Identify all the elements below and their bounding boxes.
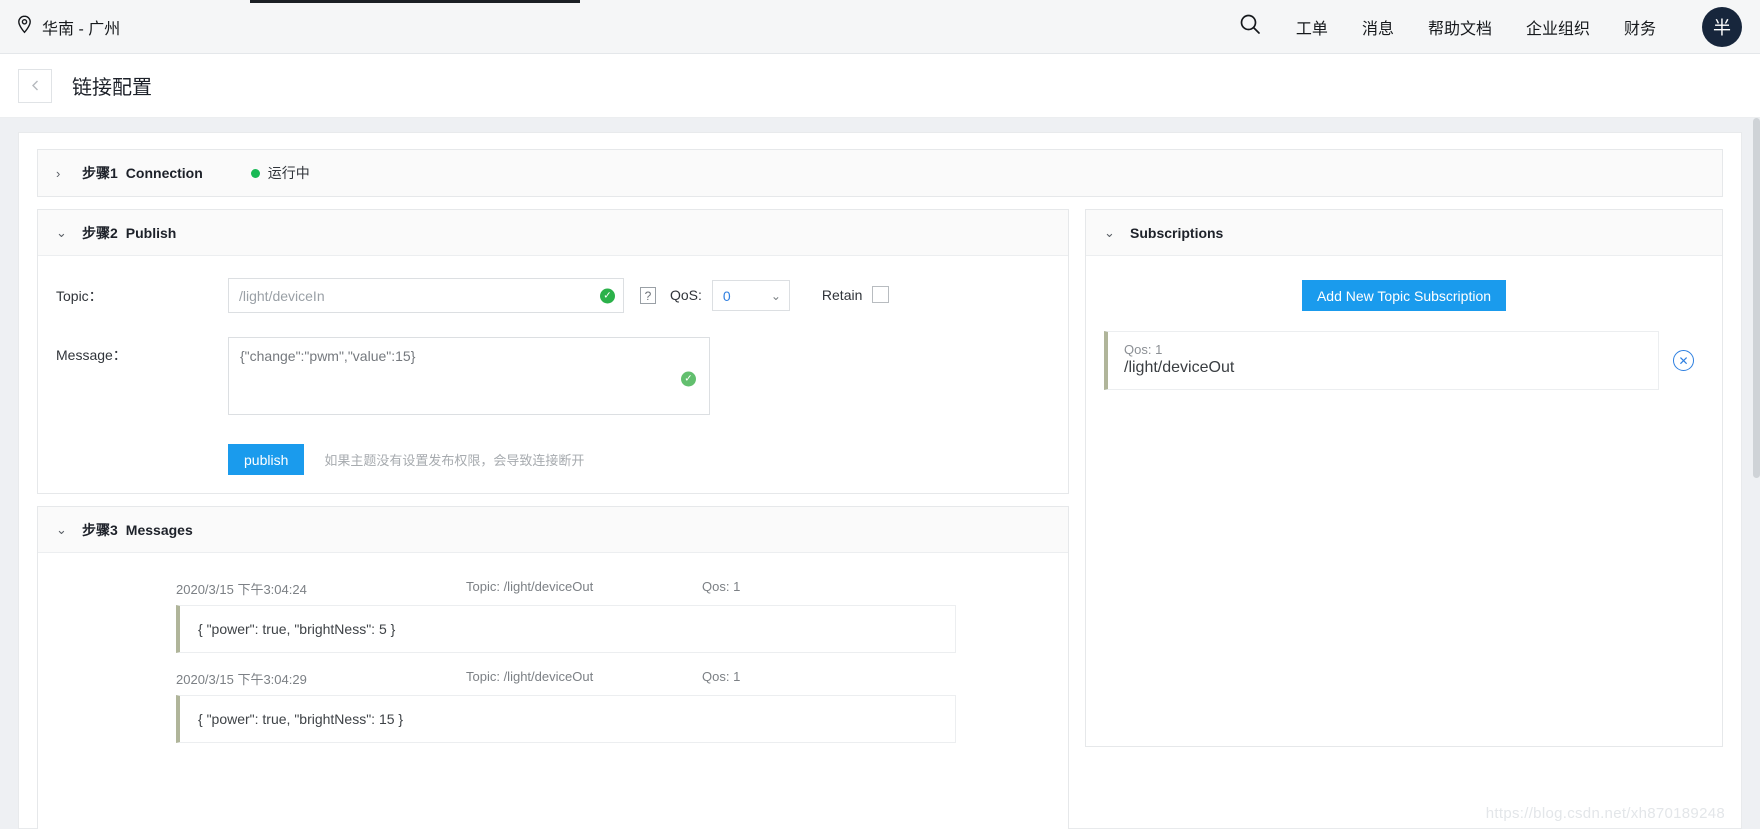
message-topic: Topic: /light/deviceOut — [466, 579, 594, 594]
chevron-down-icon: ⌄ — [56, 521, 67, 537]
retain-label: Retain — [821, 287, 863, 303]
message-body: { "power": true, "brightNess": 15 } — [176, 695, 956, 743]
app-root: 华南 - 广州 工单 消息 帮助文档 企业组织 财务 半 链接配置 › 步骤1 … — [0, 0, 1760, 829]
back-button[interactable] — [18, 68, 52, 103]
add-new-topic-subscription-button[interactable]: Add New Topic Subscription — [1301, 280, 1507, 311]
page-title: 链接配置 — [72, 77, 152, 99]
publish-form: Topic： ✓ ? QoS: 0 — [38, 256, 1068, 493]
search-icon[interactable] — [1238, 12, 1262, 41]
nav-item-enterprise-org[interactable]: 企业组织 — [1526, 15, 1590, 39]
step2-title-en: Publish — [125, 224, 177, 241]
message-topic: Topic: /light/deviceOut — [466, 669, 594, 684]
message-textarea[interactable] — [228, 337, 710, 415]
message-item: 2020/3/15 下午3:04:29 Topic: /light/device… — [56, 669, 1050, 743]
subscription-topic: /light/deviceOut — [1124, 359, 1235, 376]
nav-item-finance[interactable]: 财务 — [1624, 15, 1656, 39]
publish-button[interactable]: publish — [228, 444, 305, 475]
check-circle-icon: ✓ — [681, 371, 696, 386]
top-nav-items: 工单 消息 帮助文档 企业组织 财务 半 — [1238, 6, 1742, 47]
right-column: ⌄ Subscriptions Add New Topic Subscripti… — [1085, 209, 1723, 829]
page-content: › 步骤1 Connection 运行中 ⌄ 步骤2 Publish Topic… — [0, 118, 1760, 829]
status-text: 运行中 — [267, 165, 310, 181]
subscriptions-body: Add New Topic Subscription Qos: 1 /light… — [1086, 256, 1722, 746]
nav-item-help-docs[interactable]: 帮助文档 — [1428, 15, 1492, 39]
subscription-qos: Qos: 1 — [1124, 342, 1163, 357]
close-circle-icon[interactable]: ✕ — [1673, 350, 1694, 371]
help-icon[interactable]: ? — [640, 287, 656, 304]
connection-status: 运行中 — [250, 163, 310, 183]
topic-row: Topic： ✓ ? QoS: 0 — [56, 278, 1050, 313]
status-dot-icon — [250, 168, 260, 178]
chevron-right-icon: › — [56, 165, 61, 181]
message-row: Message： ✓ — [56, 337, 1050, 420]
publish-hint-text: 如果主题没有设置发布权限，会导致连接断开 — [324, 453, 585, 468]
chevron-down-icon: ⌄ — [1104, 224, 1115, 240]
page-scrollbar[interactable] — [1753, 118, 1760, 829]
topic-input-wrap: ✓ — [228, 278, 624, 313]
message-item: 2020/3/15 下午3:04:24 Topic: /light/device… — [56, 579, 1050, 653]
subscriptions-header[interactable]: ⌄ Subscriptions — [1086, 210, 1722, 256]
left-column: ⌄ 步骤2 Publish Topic： ✓ — [37, 209, 1069, 829]
step3-header[interactable]: ⌄ 步骤3 Messages — [38, 507, 1068, 553]
step2-step-label: 步骤2 — [82, 224, 118, 241]
avatar[interactable]: 半 — [1702, 6, 1742, 47]
message-meta: 2020/3/15 下午3:04:24 Topic: /light/device… — [56, 579, 1050, 598]
check-circle-icon: ✓ — [600, 288, 615, 303]
step3-title: 步骤3 Messages — [82, 520, 193, 540]
subscriptions-title: Subscriptions — [1130, 224, 1224, 241]
panel-step2-publish: ⌄ 步骤2 Publish Topic： ✓ — [37, 209, 1069, 494]
message-qos: Qos: 1 — [702, 579, 741, 594]
subscription-item: Qos: 1 /light/deviceOut ✕ — [1104, 331, 1704, 390]
messages-list: 2020/3/15 下午3:04:24 Topic: /light/device… — [38, 553, 1068, 829]
scrollbar-thumb[interactable] — [1753, 118, 1760, 478]
message-input-wrap: ✓ — [228, 337, 710, 420]
panel-subscriptions: ⌄ Subscriptions Add New Topic Subscripti… — [1085, 209, 1723, 747]
retain-checkbox[interactable] — [872, 286, 890, 303]
subscription-card[interactable]: Qos: 1 /light/deviceOut — [1104, 331, 1659, 390]
step1-step-label: 步骤1 — [82, 165, 118, 181]
topic-label: Topic： — [56, 288, 103, 304]
qos-select[interactable]: 0 — [711, 280, 790, 311]
region-selector[interactable]: 华南 - 广州 — [16, 14, 121, 39]
step2-title: 步骤2 Publish — [82, 223, 176, 243]
step3-step-label: 步骤3 — [82, 521, 118, 538]
content-board: › 步骤1 Connection 运行中 ⌄ 步骤2 Publish Topic… — [18, 132, 1742, 829]
panel-step1-connection: › 步骤1 Connection 运行中 — [37, 149, 1723, 197]
message-qos: Qos: 1 — [702, 669, 741, 684]
step1-title: 步骤1 Connection — [82, 163, 203, 183]
chevron-down-icon: ⌄ — [56, 224, 67, 240]
message-time: 2020/3/15 下午3:04:29 — [176, 672, 307, 687]
step2-header[interactable]: ⌄ 步骤2 Publish — [38, 210, 1068, 256]
add-subscription-row: Add New Topic Subscription — [1104, 280, 1704, 311]
publish-row: publish 如果主题没有设置发布权限，会导致连接断开 — [228, 444, 1050, 475]
step1-header[interactable]: › 步骤1 Connection 运行中 — [38, 150, 1722, 196]
panel-step3-messages: ⌄ 步骤3 Messages 2020/3/15 下午3:04:24 Topic:… — [37, 506, 1069, 829]
two-column-layout: ⌄ 步骤2 Publish Topic： ✓ — [37, 209, 1723, 829]
message-time: 2020/3/15 下午3:04:24 — [176, 582, 307, 597]
top-navigation-bar: 华南 - 广州 工单 消息 帮助文档 企业组织 财务 半 — [0, 0, 1760, 54]
message-meta: 2020/3/15 下午3:04:29 Topic: /light/device… — [56, 669, 1050, 688]
nav-item-messages[interactable]: 消息 — [1362, 15, 1394, 39]
location-pin-icon — [16, 14, 33, 39]
topbar-decoration-strip — [250, 0, 580, 3]
message-body: { "power": true, "brightNess": 5 } — [176, 605, 956, 653]
message-label: Message： — [56, 347, 127, 363]
page-header: 链接配置 — [0, 54, 1760, 118]
step1-title-en: Connection — [125, 165, 203, 181]
topic-input[interactable] — [228, 278, 624, 313]
step3-title-en: Messages — [125, 521, 193, 538]
nav-item-work-order[interactable]: 工单 — [1296, 15, 1328, 39]
watermark-text: https://blog.csdn.net/xh870189248 — [1485, 805, 1725, 822]
qos-select-wrap: 0 ⌄ — [711, 280, 790, 311]
qos-label: QoS: — [670, 287, 702, 303]
region-label: 华南 - 广州 — [42, 20, 121, 38]
